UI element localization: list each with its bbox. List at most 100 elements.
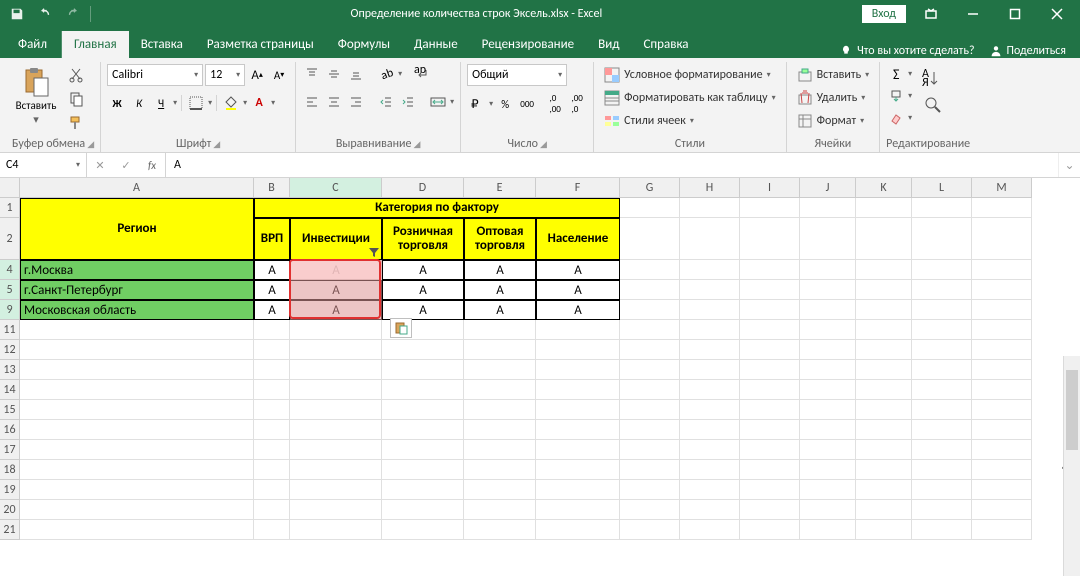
cell-E5[interactable]: А [464,280,536,300]
cell-A20[interactable] [20,500,254,520]
cell-F14[interactable] [536,380,620,400]
cell-M12[interactable] [972,340,1032,360]
row-header-5[interactable]: 5 [0,280,20,300]
cell-I15[interactable] [740,400,800,420]
cell-D14[interactable] [382,380,464,400]
row-header-15[interactable]: 15 [0,400,20,420]
column-header-B[interactable]: B [254,178,290,198]
cut-button[interactable] [64,64,88,86]
row-header-20[interactable]: 20 [0,500,20,520]
wrap-text-button[interactable]: ab [412,64,432,84]
cell-G18[interactable] [620,460,680,480]
cell-D19[interactable] [382,480,464,500]
cell-H18[interactable] [680,460,740,480]
increase-font-button[interactable]: A▴ [247,65,267,85]
cell-I16[interactable] [740,420,800,440]
cell-F16[interactable] [536,420,620,440]
cell-M15[interactable] [972,400,1032,420]
cell-M13[interactable] [972,360,1032,380]
cell-M14[interactable] [972,380,1032,400]
cell-F13[interactable] [536,360,620,380]
cell-B15[interactable] [254,400,290,420]
number-format-select[interactable]: Общий▾ [467,64,567,86]
cell-M20[interactable] [972,500,1032,520]
cell-I14[interactable] [740,380,800,400]
column-header-A[interactable]: A [20,178,254,198]
name-box[interactable]: C4▾ [0,153,87,177]
cell-I18[interactable] [740,460,800,480]
autosum-button[interactable]: Σ [886,64,906,84]
cell-M11[interactable] [972,320,1032,340]
cell-G13[interactable] [620,360,680,380]
cell-A16[interactable] [20,420,254,440]
tab-home[interactable]: Главная [62,31,129,58]
cell-J20[interactable] [800,500,856,520]
cell-G9[interactable] [620,300,680,320]
maximize-icon[interactable] [998,3,1032,25]
fx-button[interactable]: fx [139,153,165,177]
cell-B13[interactable] [254,360,290,380]
cell-A5[interactable]: г.Санкт-Петербург [20,280,254,300]
cell-L2[interactable] [912,218,972,260]
cell-E15[interactable] [464,400,536,420]
row-header-21[interactable]: 21 [0,520,20,540]
filter-icon[interactable] [368,246,380,258]
cell-M2[interactable] [972,218,1032,260]
cell-B12[interactable] [254,340,290,360]
cell-K19[interactable] [856,480,912,500]
cell-G19[interactable] [620,480,680,500]
cell-J18[interactable] [800,460,856,480]
cell-H2[interactable] [680,218,740,260]
cell-J5[interactable] [800,280,856,300]
cell-C21[interactable] [290,520,382,540]
cell-I21[interactable] [740,520,800,540]
cell-I2[interactable] [740,218,800,260]
cell-L13[interactable] [912,360,972,380]
formula-input[interactable]: А [166,153,1058,177]
cell-I12[interactable] [740,340,800,360]
cell-K5[interactable] [856,280,912,300]
cell-D15[interactable] [382,400,464,420]
cell-I4[interactable] [740,260,800,280]
cell-G12[interactable] [620,340,680,360]
cell-A14[interactable] [20,380,254,400]
cell-G15[interactable] [620,400,680,420]
cell-H19[interactable] [680,480,740,500]
column-header-G[interactable]: G [620,178,680,198]
enter-formula-button[interactable]: ✓ [113,153,139,177]
bold-button[interactable]: Ж [107,93,127,113]
cell-K21[interactable] [856,520,912,540]
row-header-1[interactable]: 1 [0,198,20,218]
orientation-button[interactable]: ab [376,64,396,84]
cell-C11[interactable] [290,320,382,340]
italic-button[interactable]: К [129,93,149,113]
cell-J15[interactable] [800,400,856,420]
cell-K9[interactable] [856,300,912,320]
expand-formula-bar-button[interactable]: ⌄ [1058,153,1080,177]
find-select-button[interactable] [918,96,950,116]
row-header-2[interactable]: 2 [0,218,20,260]
cell-J13[interactable] [800,360,856,380]
row-header-14[interactable]: 14 [0,380,20,400]
cell-D17[interactable] [382,440,464,460]
cell-C15[interactable] [290,400,382,420]
comma-button[interactable]: 000 [517,94,537,114]
cell-C4[interactable]: А [290,260,382,280]
cell-D12[interactable] [382,340,464,360]
row-header-16[interactable]: 16 [0,420,20,440]
cell-B16[interactable] [254,420,290,440]
cell-K18[interactable] [856,460,912,480]
cell-K4[interactable] [856,260,912,280]
cell-B19[interactable] [254,480,290,500]
cell-J1[interactable] [800,198,856,218]
cell-D21[interactable] [382,520,464,540]
cell-D13[interactable] [382,360,464,380]
cell-C19[interactable] [290,480,382,500]
cell-H15[interactable] [680,400,740,420]
row-header-9[interactable]: 9 [0,300,20,320]
cell-C13[interactable] [290,360,382,380]
cell-C20[interactable] [290,500,382,520]
minimize-icon[interactable] [956,3,990,25]
cell-A18[interactable] [20,460,254,480]
cell-K14[interactable] [856,380,912,400]
